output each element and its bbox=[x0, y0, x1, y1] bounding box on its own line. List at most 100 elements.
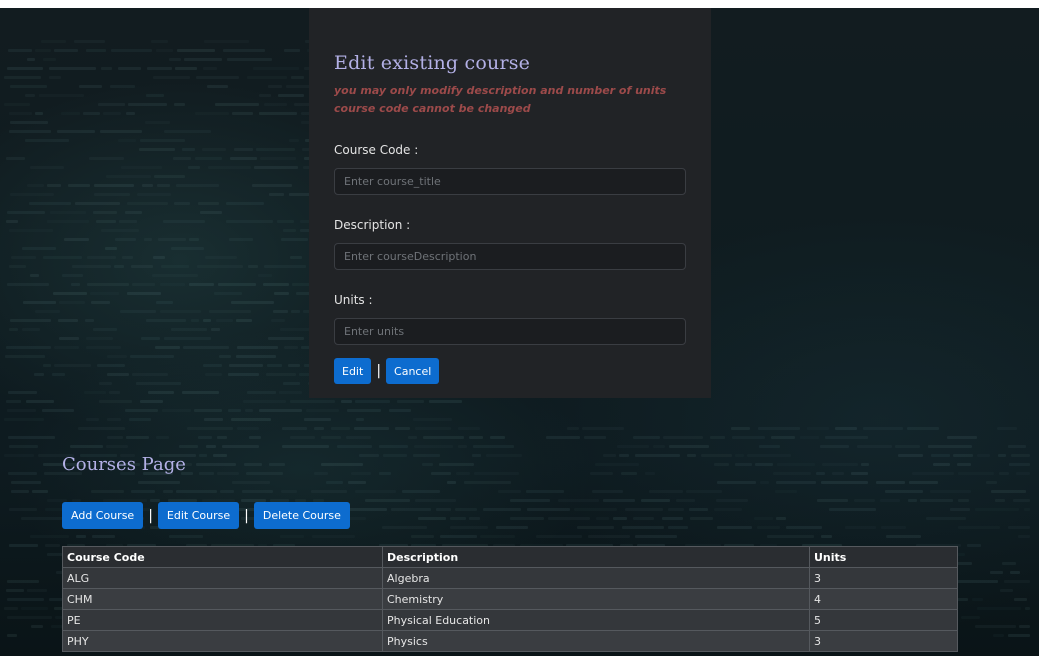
code-texture-line bbox=[176, 184, 219, 187]
code-texture-line bbox=[131, 265, 153, 268]
edit-course-modal: Edit existing course you may only modify… bbox=[309, 8, 711, 398]
cell-units: 3 bbox=[809, 630, 958, 652]
units-input[interactable] bbox=[334, 318, 686, 345]
code-texture-line bbox=[663, 436, 703, 439]
code-texture-line bbox=[25, 94, 35, 97]
code-texture-line bbox=[558, 499, 599, 502]
code-texture-line bbox=[209, 310, 251, 313]
code-texture-line bbox=[237, 427, 259, 430]
code-texture-line bbox=[950, 508, 970, 511]
code-texture-line bbox=[391, 508, 431, 511]
code-texture-line bbox=[9, 328, 18, 331]
code-texture-line bbox=[7, 616, 52, 619]
code-texture-line bbox=[689, 508, 708, 511]
code-texture-line bbox=[999, 472, 1009, 475]
code-texture-line bbox=[27, 184, 44, 187]
code-texture-line bbox=[800, 436, 819, 439]
add-course-button[interactable]: Add Course bbox=[62, 502, 144, 529]
code-texture-line bbox=[246, 472, 283, 475]
code-texture-line bbox=[574, 508, 617, 511]
code-texture-line bbox=[284, 346, 298, 349]
code-texture-line bbox=[127, 292, 161, 295]
code-texture-line bbox=[79, 85, 102, 88]
code-texture-line bbox=[111, 49, 152, 52]
cancel-button[interactable]: Cancel bbox=[386, 358, 440, 384]
code-texture-line bbox=[635, 535, 677, 538]
code-texture-line bbox=[156, 436, 169, 439]
code-texture-line bbox=[776, 481, 816, 484]
code-texture-line bbox=[157, 184, 170, 187]
code-texture-line bbox=[355, 400, 390, 403]
code-texture-line bbox=[977, 607, 1021, 610]
code-texture-line bbox=[27, 589, 47, 592]
code-texture-line bbox=[264, 103, 287, 106]
edit-button[interactable]: Edit bbox=[334, 358, 372, 384]
code-texture-line bbox=[731, 427, 750, 430]
code-texture-line bbox=[163, 220, 205, 223]
code-texture-line bbox=[171, 328, 207, 331]
code-texture-line bbox=[203, 364, 222, 367]
code-texture-line bbox=[86, 346, 121, 349]
code-texture-line bbox=[279, 391, 302, 394]
code-texture-line bbox=[909, 481, 938, 484]
code-texture-line bbox=[203, 319, 211, 322]
code-texture-line bbox=[331, 427, 350, 430]
code-texture-line bbox=[714, 463, 729, 466]
code-texture-line bbox=[99, 400, 132, 403]
code-texture-line bbox=[160, 283, 185, 286]
cell-course-code: PHY bbox=[62, 630, 383, 652]
code-texture-line bbox=[9, 508, 37, 511]
code-texture-line bbox=[6, 400, 21, 403]
code-texture-line bbox=[194, 409, 222, 412]
code-texture-line bbox=[584, 436, 606, 439]
code-texture-line bbox=[776, 517, 786, 520]
code-texture-line bbox=[174, 103, 185, 106]
code-texture-line bbox=[25, 139, 69, 142]
code-texture-line bbox=[271, 319, 285, 322]
code-texture-line bbox=[418, 517, 446, 520]
code-texture-line bbox=[217, 436, 227, 439]
code-texture-line bbox=[43, 58, 56, 61]
cell-course-code: PE bbox=[62, 609, 383, 631]
code-texture-line bbox=[140, 139, 185, 142]
code-texture-line bbox=[851, 472, 868, 475]
code-texture-line bbox=[208, 166, 251, 169]
code-texture-line bbox=[34, 373, 44, 376]
code-texture-line bbox=[153, 76, 190, 79]
code-texture-line bbox=[218, 283, 256, 286]
code-texture-line bbox=[947, 436, 977, 439]
code-texture-line bbox=[146, 319, 186, 322]
code-texture-line bbox=[277, 220, 294, 223]
code-texture-line bbox=[760, 481, 769, 484]
code-texture-line bbox=[7, 634, 17, 637]
code-texture-line bbox=[863, 427, 903, 430]
code-texture-line bbox=[236, 319, 252, 322]
code-texture-line bbox=[199, 454, 207, 457]
code-texture-line bbox=[106, 445, 128, 448]
code-texture-line bbox=[22, 328, 40, 331]
code-texture-line bbox=[259, 409, 302, 412]
code-texture-line bbox=[175, 67, 197, 70]
code-texture-line bbox=[118, 67, 141, 70]
code-texture-line bbox=[53, 292, 87, 295]
code-texture-line bbox=[958, 526, 1000, 529]
code-texture-line bbox=[771, 436, 795, 439]
code-texture-line bbox=[204, 40, 249, 43]
code-texture-line bbox=[220, 490, 234, 493]
code-texture-line bbox=[120, 310, 156, 313]
code-texture-line bbox=[456, 472, 470, 475]
code-texture-line bbox=[577, 526, 614, 529]
course-code-input[interactable] bbox=[334, 168, 686, 195]
code-texture-line bbox=[228, 373, 259, 376]
code-texture-line bbox=[975, 508, 1019, 511]
page-title: Courses Page bbox=[62, 454, 186, 475]
code-texture-line bbox=[93, 328, 117, 331]
edit-course-button[interactable]: Edit Course bbox=[157, 502, 240, 529]
code-texture-line bbox=[714, 508, 742, 511]
code-texture-line bbox=[895, 445, 920, 448]
delete-course-button[interactable]: Delete Course bbox=[253, 502, 350, 529]
description-input[interactable] bbox=[334, 243, 686, 270]
code-texture-line bbox=[49, 76, 61, 79]
code-texture-line bbox=[21, 607, 48, 610]
code-texture-line bbox=[96, 220, 116, 223]
